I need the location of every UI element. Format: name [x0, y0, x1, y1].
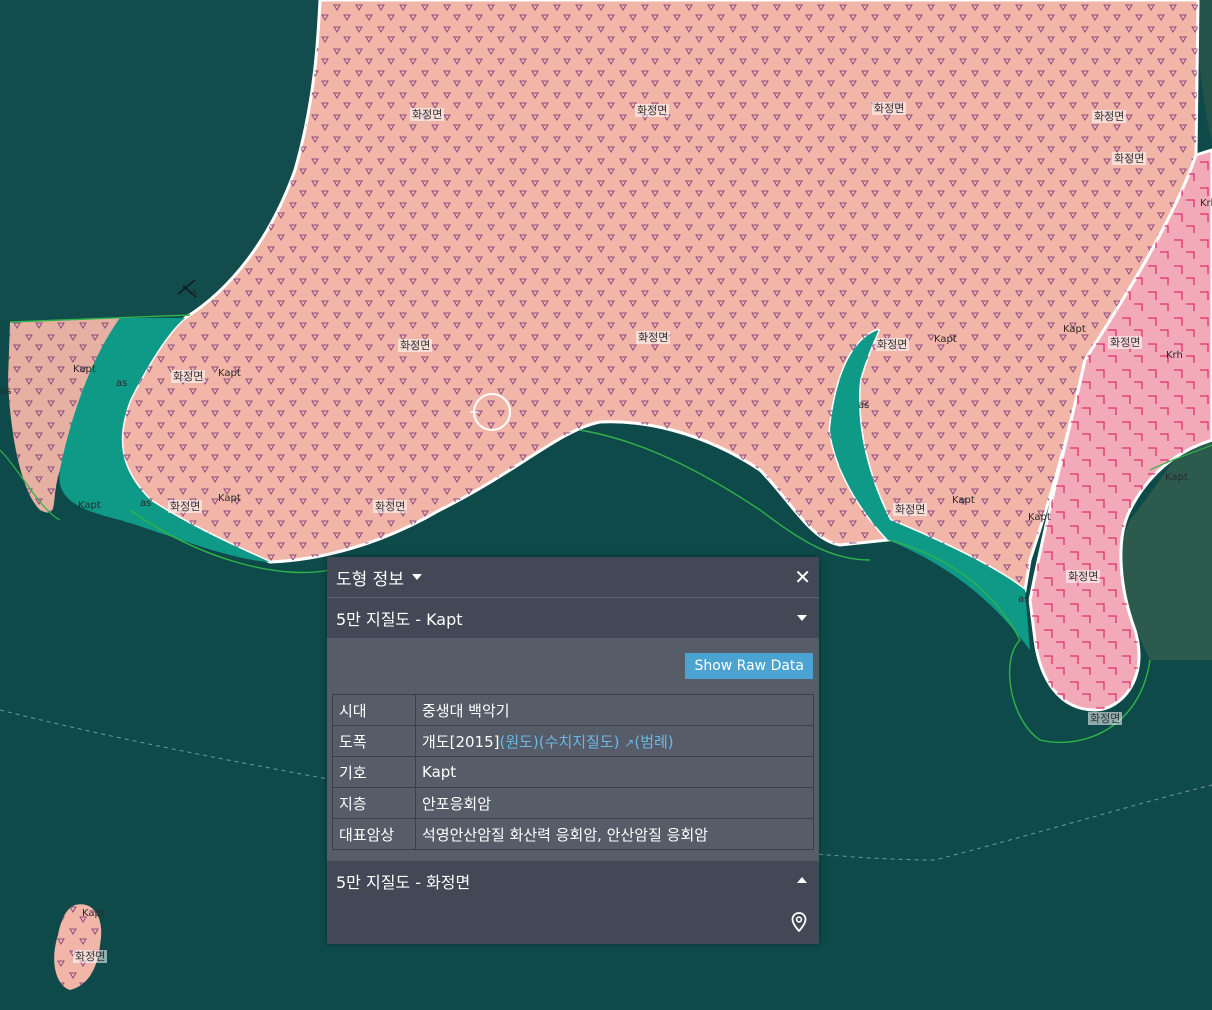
attr-key: 기호: [332, 756, 416, 788]
chevron-up-icon[interactable]: [797, 877, 807, 883]
map-label: 화정면: [893, 503, 928, 516]
attribute-table: 시대 중생대 백악기 도폭 개도[2015](원도)(수치지질도) ↗(범례) …: [332, 694, 814, 850]
map-symbol: Kapt: [1165, 472, 1188, 483]
map-symbol: as: [858, 400, 870, 411]
map-label: 화정면: [1092, 110, 1127, 123]
map-label: 화정면: [872, 102, 907, 115]
map-label: 화정면: [73, 950, 108, 963]
table-row: 대표암상 석영안산암질 화산력 응회암, 안산암질 응회암: [332, 818, 814, 850]
panel-title: 도형 정보: [336, 569, 404, 590]
map-symbol: Kapt: [952, 495, 975, 506]
attr-value-cell: 개도[2015](원도)(수치지질도) ↗(범례): [415, 725, 814, 757]
map-symbol: Kapt: [218, 493, 241, 504]
map-label: 화정면: [410, 108, 445, 121]
map-symbol: Kapt: [82, 908, 105, 919]
attr-key: 대표암상: [332, 818, 416, 850]
attr-key: 지층: [332, 787, 416, 819]
digital-map-link[interactable]: (수치지질도): [539, 733, 620, 751]
close-icon[interactable]: ✕: [794, 567, 811, 587]
map-symbol: Krh: [1200, 198, 1212, 209]
original-map-link[interactable]: (원도): [499, 733, 538, 751]
map-symbol: Krh: [1166, 350, 1183, 361]
map-label: 화정면: [398, 339, 433, 352]
map-label: 화정면: [168, 500, 203, 513]
show-raw-data-button[interactable]: Show Raw Data: [685, 653, 813, 679]
map-label: 화정면: [635, 104, 670, 117]
attr-value: 중생대 백악기: [415, 694, 814, 726]
map-symbol: s: [192, 287, 198, 298]
map-label: 화정면: [1088, 712, 1123, 725]
map-label: 화정면: [373, 500, 408, 513]
button-row: Show Raw Data: [327, 638, 819, 694]
attr-value: 개도[2015]: [422, 732, 500, 751]
map-symbol: Kapt: [218, 368, 241, 379]
map-symbol: as: [140, 498, 152, 509]
map-symbol: Kapt: [1063, 324, 1086, 335]
panel-dropdown-icon[interactable]: [411, 574, 422, 580]
map-symbol: Kapt: [1028, 512, 1051, 523]
map-label: 화정면: [636, 331, 671, 344]
panel-header[interactable]: 도형 정보 ✕: [327, 557, 819, 598]
map-symbol: as: [0, 386, 12, 397]
map-symbol: Kapt: [934, 334, 957, 345]
map-label: 화정면: [171, 370, 206, 383]
map-label: 화정면: [1108, 336, 1143, 349]
attr-key: 도폭: [332, 725, 416, 757]
map-symbol: Kapt: [73, 364, 96, 375]
map-symbol: as: [116, 378, 128, 389]
table-row: 기호 Kapt: [332, 756, 814, 788]
section-hwajeong-header[interactable]: 5만 지질도 - 화정면: [327, 861, 819, 901]
section-kapt-title: 5만 지질도 - Kapt: [336, 610, 463, 629]
map-label: 화정면: [1112, 152, 1147, 165]
attr-value: Kapt: [415, 756, 814, 788]
section-hwajeong-title: 5만 지질도 - 화정면: [336, 873, 471, 892]
attr-key: 시대: [332, 694, 416, 726]
map-label: 화정면: [1066, 570, 1101, 583]
chevron-down-icon[interactable]: [797, 615, 807, 621]
table-row: 시대 중생대 백악기: [332, 694, 814, 726]
section-kapt-header[interactable]: 5만 지질도 - Kapt: [327, 598, 819, 638]
legend-link[interactable]: (범례): [634, 733, 673, 751]
attr-value: 안포응회암: [415, 787, 814, 819]
attr-value: 석영안산암질 화산력 응회암, 안산암질 응회암: [415, 818, 814, 850]
table-row: 도폭 개도[2015](원도)(수치지질도) ↗(범례): [332, 725, 814, 757]
shape-info-panel: 도형 정보 ✕ 5만 지질도 - Kapt Show Raw Data 시대 중…: [327, 557, 819, 944]
section-hwajeong-body: [327, 901, 819, 944]
map-symbol: Kapt: [78, 500, 101, 511]
external-link-icon[interactable]: ↗: [624, 736, 634, 750]
map-symbol: as: [1018, 594, 1030, 605]
table-row: 지층 안포응회암: [332, 787, 814, 819]
map-label: 화정면: [875, 338, 910, 351]
location-pin-icon[interactable]: [791, 912, 807, 936]
